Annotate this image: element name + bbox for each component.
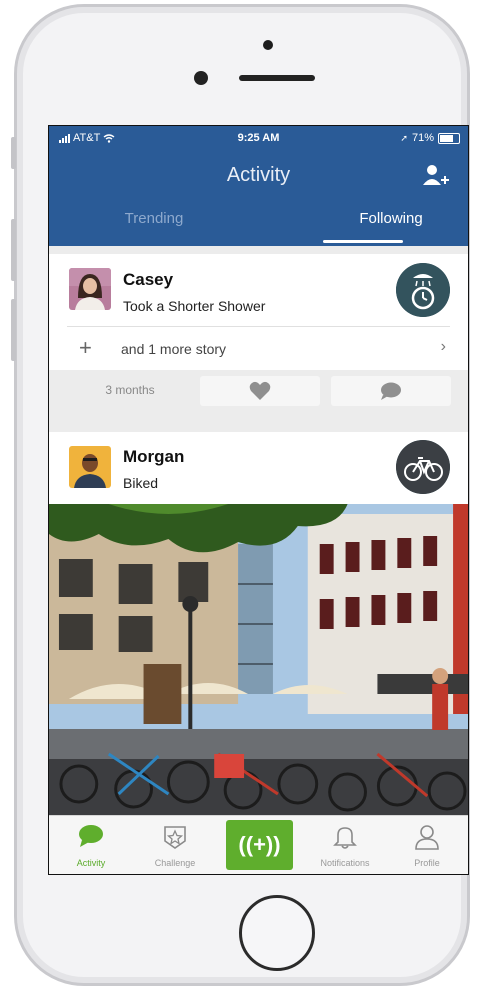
mute-switch: [11, 137, 16, 169]
front-camera: [194, 71, 208, 85]
comment-button[interactable]: [331, 376, 451, 406]
volume-down-button: [11, 299, 16, 361]
tab-challenge[interactable]: Challenge: [133, 816, 217, 874]
more-stories-label: and 1 more story: [121, 341, 227, 357]
volume-up-button: [11, 219, 16, 281]
activity-photo[interactable]: [49, 504, 468, 816]
like-button[interactable]: [200, 376, 320, 406]
star-badge-icon: [164, 826, 186, 849]
page-title: Activity: [226, 164, 291, 186]
chevron-right-icon: ›: [440, 338, 446, 355]
avatar[interactable]: [69, 268, 111, 310]
activity-description: Biked: [123, 475, 159, 491]
feed-tabs: Trending Following: [49, 210, 468, 246]
timestamp: 3 months: [105, 383, 155, 397]
tab-notifications[interactable]: Notifications: [303, 816, 387, 874]
tab-profile-label: Profile: [414, 858, 440, 868]
app-screen: AT&T 9:25 AM ➚ 71% Activity Trending Fol…: [48, 125, 469, 875]
battery-percent: 71%: [411, 132, 434, 144]
status-bar: AT&T 9:25 AM ➚ 71%: [49, 132, 468, 148]
tab-activity[interactable]: Activity: [49, 816, 133, 874]
person-icon: [415, 825, 439, 850]
user-name[interactable]: Casey: [123, 270, 173, 290]
avatar[interactable]: [69, 446, 111, 488]
chat-bubble-icon: [79, 825, 103, 847]
feed-card-morgan[interactable]: Morgan Biked: [49, 432, 468, 504]
active-tab-indicator: [323, 240, 403, 243]
tab-activity-label: Activity: [76, 858, 106, 868]
home-button[interactable]: [239, 895, 315, 971]
tab-following[interactable]: Following: [311, 210, 468, 227]
plus-icon: +: [79, 335, 92, 360]
bicycle-icon: [396, 440, 450, 494]
earpiece-speaker: [239, 75, 315, 81]
battery-group: ➚ 71%: [400, 132, 460, 144]
feed-card-casey[interactable]: Casey Took a Shorter Shower + and 1 more…: [49, 254, 468, 412]
more-stories-row[interactable]: + and 1 more story ›: [67, 326, 450, 371]
heart-icon: [249, 381, 271, 400]
bell-icon: [333, 827, 357, 849]
user-name[interactable]: Morgan: [123, 447, 184, 467]
battery-icon: [438, 132, 460, 144]
tab-challenge-label: Challenge: [154, 858, 196, 868]
activity-header: AT&T 9:25 AM ➚ 71% Activity Trending Fol…: [49, 126, 468, 246]
shower-timer-icon: [396, 263, 450, 317]
top-sensor: [263, 40, 273, 50]
card-actions: 3 months: [49, 370, 468, 412]
location-arrow-icon: ➚: [400, 132, 408, 143]
comment-icon: [381, 382, 401, 400]
add-user-icon[interactable]: [422, 164, 450, 188]
broadcast-plus-icon[interactable]: ((+)): [226, 820, 293, 870]
tab-notifications-label: Notifications: [320, 858, 370, 868]
tab-trending[interactable]: Trending: [74, 210, 234, 227]
activity-description: Took a Shorter Shower: [123, 298, 266, 314]
tab-profile[interactable]: Profile: [385, 816, 468, 874]
bottom-tab-bar: Activity Challenge ((+)) Notifications P…: [49, 815, 468, 874]
